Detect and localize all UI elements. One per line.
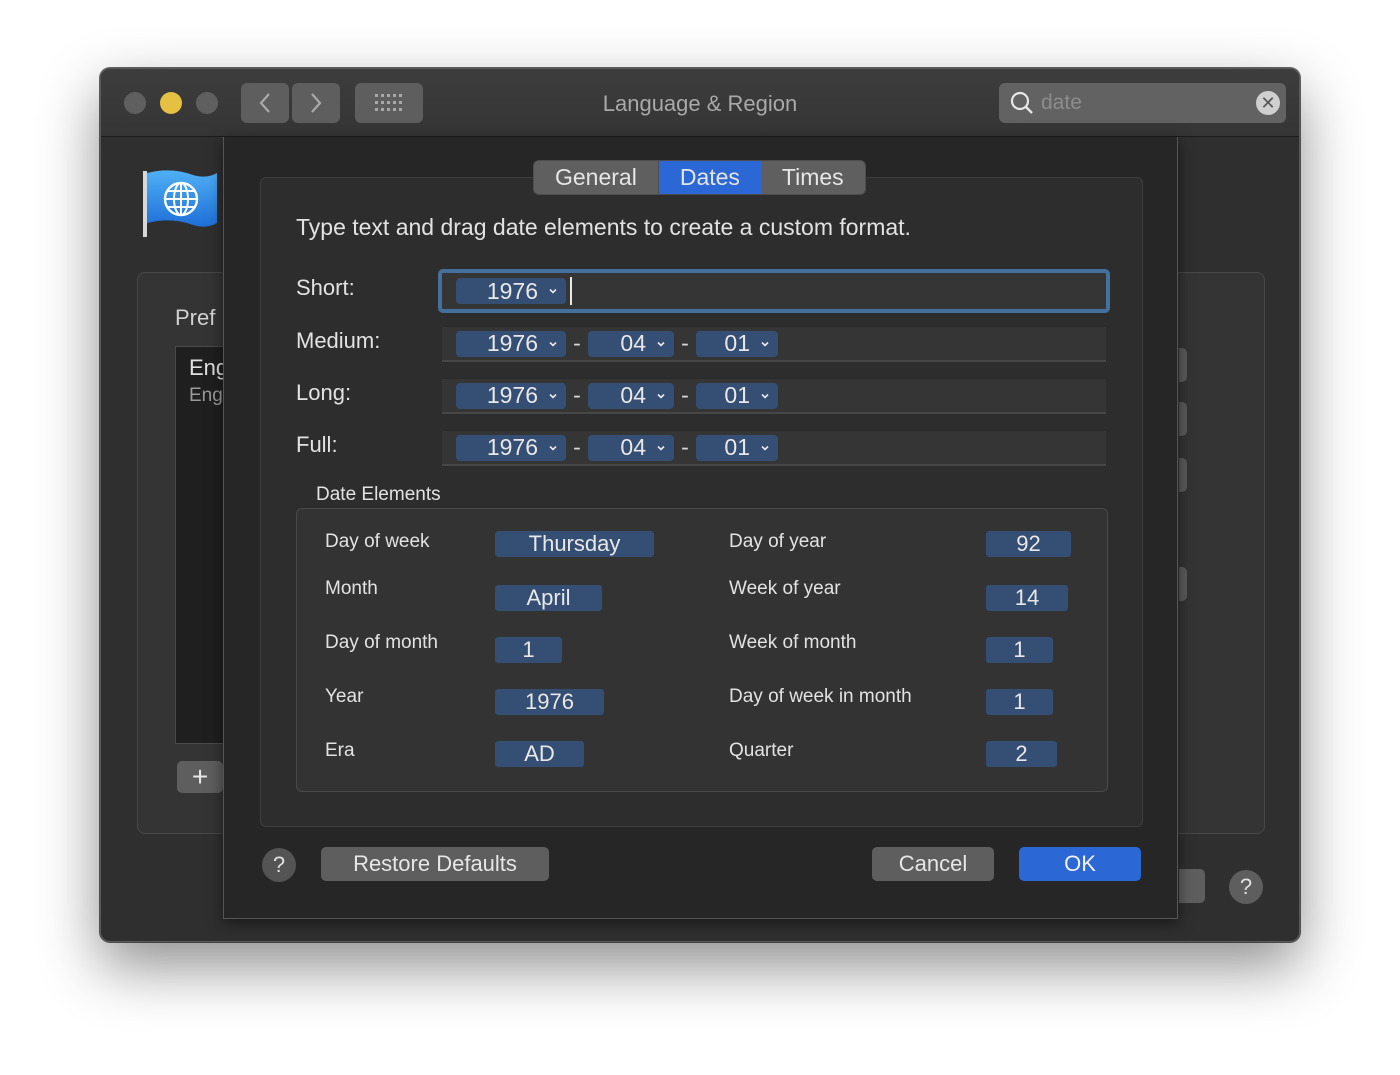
ok-button[interactable]: OK [1019, 847, 1141, 881]
popup-button-edge[interactable] [1179, 348, 1187, 382]
year-token[interactable]: 1976 [456, 382, 566, 409]
full-format-field[interactable]: 1976 - 04 - 01 [442, 430, 1106, 466]
title-bar: Language & Region ✕ [101, 69, 1299, 137]
chevron-down-icon [761, 445, 769, 451]
text-caret [570, 277, 572, 305]
token-value: 1976 [486, 277, 538, 304]
chevron-down-icon [761, 341, 769, 347]
chevron-down-icon [549, 445, 557, 451]
element-label: Quarter [729, 740, 794, 761]
date-elements-title: Date Elements [316, 484, 441, 505]
day-token[interactable]: 01 [696, 330, 778, 357]
token-value: 1976 [486, 382, 538, 408]
search-field[interactable]: ✕ [999, 83, 1286, 123]
add-language-button[interactable]: + [177, 761, 223, 793]
token-value: 04 [620, 434, 646, 460]
tab-content-box: Type text and drag date elements to crea… [260, 177, 1143, 827]
restore-defaults-button[interactable]: Restore Defaults [321, 847, 549, 881]
month-token[interactable]: 04 [588, 434, 674, 461]
tab-times[interactable]: Times [761, 161, 865, 194]
advanced-sheet: Type text and drag date elements to crea… [223, 137, 1178, 919]
background-help-button[interactable]: ? [1229, 870, 1263, 904]
element-label: Era [325, 740, 355, 761]
year-token[interactable]: 1976 [456, 434, 566, 461]
short-format-label: Short: [296, 275, 355, 300]
popup-button-edge[interactable] [1179, 402, 1187, 436]
preferred-languages-label: Pref [175, 305, 216, 330]
element-label: Day of week [325, 531, 430, 552]
chevron-down-icon [761, 393, 769, 399]
element-label: Day of month [325, 632, 438, 653]
tab-bar: General Dates Times [533, 160, 866, 195]
popup-button-edge[interactable] [1179, 567, 1187, 601]
short-format-field[interactable]: 1976 [438, 269, 1110, 313]
separator: - [573, 434, 581, 460]
token-value: 1976 [486, 434, 538, 460]
advanced-button-edge[interactable] [1179, 869, 1205, 903]
cancel-button[interactable]: Cancel [872, 847, 994, 881]
year-token[interactable]: 1976 [456, 278, 566, 304]
day-of-week-token[interactable]: Thursday [495, 531, 654, 557]
token-value: 01 [724, 382, 750, 408]
date-elements-box: Day of week Thursday Month April Day of … [296, 508, 1108, 792]
month-token[interactable]: April [495, 585, 602, 611]
separator: - [681, 330, 689, 356]
month-token[interactable]: 04 [588, 382, 674, 409]
week-of-month-token[interactable]: 1 [986, 637, 1053, 663]
long-format-field[interactable]: 1976 - 04 - 01 [442, 378, 1106, 414]
language-region-flag-icon [143, 170, 217, 237]
chevron-down-icon [549, 393, 557, 399]
quarter-token[interactable]: 2 [986, 741, 1057, 767]
language-item-secondary: Eng [189, 385, 223, 406]
element-label: Week of month [729, 632, 857, 653]
separator: - [573, 330, 581, 356]
separator: - [681, 434, 689, 460]
day-token[interactable]: 01 [696, 382, 778, 409]
preferences-window: Language & Region ✕ Pref Eng Eng + ? Typ… [100, 68, 1300, 942]
day-token[interactable]: 01 [696, 434, 778, 461]
tab-dates[interactable]: Dates [657, 161, 761, 194]
element-label: Day of week in month [729, 686, 912, 707]
instruction-text: Type text and drag date elements to crea… [296, 214, 911, 240]
long-format-label: Long: [296, 380, 352, 405]
element-label: Week of year [729, 578, 841, 599]
element-label: Year [325, 686, 364, 707]
token-value: 1976 [486, 330, 538, 356]
era-token[interactable]: AD [495, 741, 584, 767]
day-of-month-token[interactable]: 1 [495, 637, 562, 663]
full-format-label: Full: [296, 432, 338, 457]
tab-general[interactable]: General [534, 161, 658, 194]
popup-button-edge[interactable] [1179, 458, 1187, 492]
medium-format-label: Medium: [296, 328, 381, 353]
chevron-down-icon [657, 393, 665, 399]
day-of-year-token[interactable]: 92 [986, 531, 1071, 557]
separator: - [573, 382, 581, 408]
search-input[interactable] [1041, 91, 1241, 115]
token-value: 04 [620, 330, 646, 356]
clear-search-icon[interactable]: ✕ [1256, 91, 1280, 115]
token-value: 01 [724, 330, 750, 356]
medium-format-field[interactable]: 1976 - 04 - 01 [442, 326, 1106, 362]
separator: - [681, 382, 689, 408]
week-of-year-token[interactable]: 14 [986, 585, 1068, 611]
day-of-week-in-month-token[interactable]: 1 [986, 689, 1053, 715]
year-token[interactable]: 1976 [495, 689, 604, 715]
token-value: 04 [620, 382, 646, 408]
chevron-down-icon [657, 341, 665, 347]
element-label: Day of year [729, 531, 827, 552]
chevron-down-icon [549, 288, 557, 294]
chevron-down-icon [657, 445, 665, 451]
element-label: Month [325, 578, 378, 599]
token-value: 01 [724, 434, 750, 460]
search-icon [1010, 91, 1033, 114]
year-token[interactable]: 1976 [456, 330, 566, 357]
month-token[interactable]: 04 [588, 330, 674, 357]
help-button[interactable]: ? [262, 848, 296, 882]
chevron-down-icon [549, 341, 557, 347]
